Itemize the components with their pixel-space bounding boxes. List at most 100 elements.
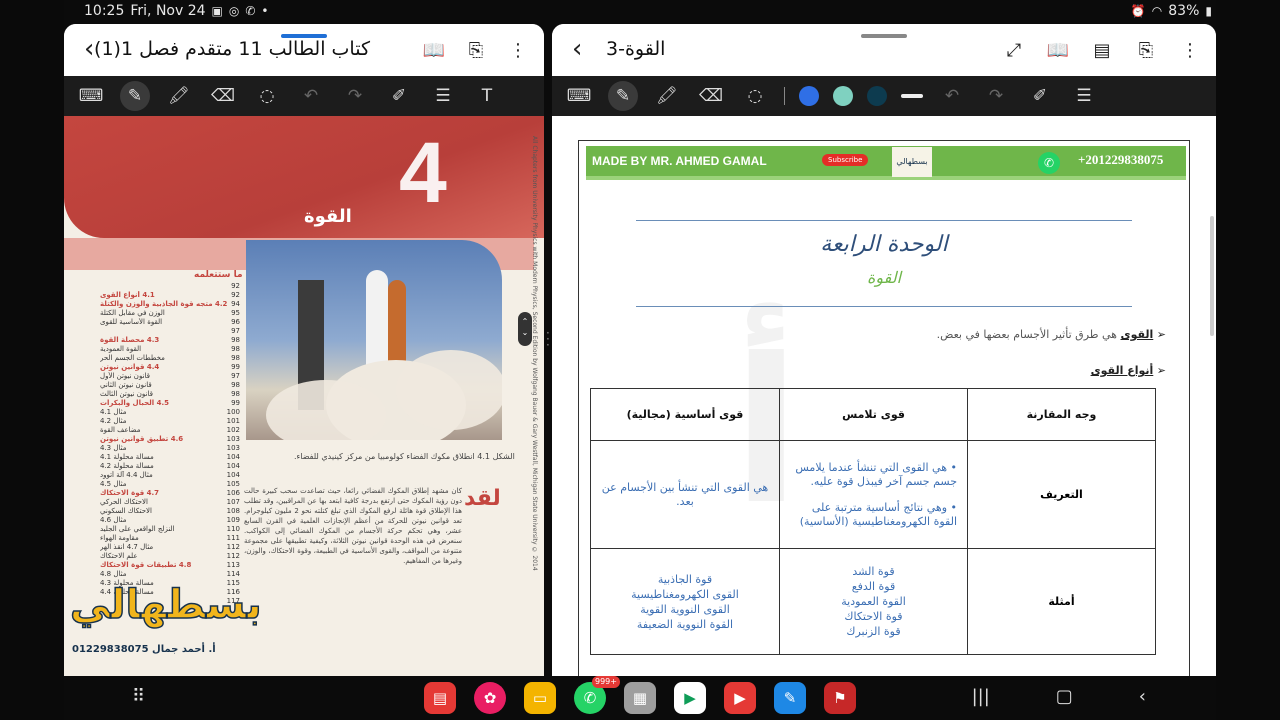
toc-row: الاحتكاك الحركي 107 — [100, 498, 240, 507]
toc-page-number: 97 — [231, 327, 240, 335]
undo-icon[interactable]: ↶ — [296, 81, 326, 111]
page-scrollbar[interactable] — [1210, 216, 1214, 336]
toc-row: 4.1 أنواع القوى 92 — [100, 291, 240, 300]
keyboard-icon[interactable]: ⌨ — [564, 81, 594, 111]
more-menu-icon[interactable]: ⋮ — [1178, 38, 1202, 62]
comparison-table: وجه المقارنة قوى تلامس قوى أساسية (مجالي… — [590, 388, 1156, 655]
text-align-icon[interactable]: ☰ — [428, 81, 458, 111]
field-examples: قوة الجاذبية القوى الكهرومغناطيسية القوى… — [590, 548, 780, 655]
toc-page-number: 111 — [226, 534, 240, 542]
status-bar: 10:25 Fri, Nov 24 ▣ ◎ ✆ • ⏰ ◠ 83% ▮ — [64, 0, 1216, 24]
toc-entry: مثال 4.7 انقذ الهر — [100, 543, 154, 551]
attach-icon[interactable]: ⎘ — [464, 38, 488, 62]
more-menu-icon[interactable]: ⋮ — [506, 38, 530, 62]
back-button[interactable]: ‹ — [84, 36, 94, 62]
meet-app-icon[interactable]: ▶ — [674, 682, 706, 714]
right-drag-handle[interactable] — [861, 34, 907, 38]
list-item: قوة الشد — [852, 565, 895, 578]
pen-settings-icon[interactable]: ✐ — [384, 81, 414, 111]
recents-icon[interactable]: ||| — [972, 686, 990, 707]
outline-icon[interactable]: ▤ — [1090, 38, 1114, 62]
phone-number: +201229838075 — [1078, 152, 1164, 167]
keyboard-icon[interactable]: ⌨ — [76, 81, 106, 111]
left-document-page[interactable]: 4 القوة الشكل 4.1 انطلاق مكوك الفضاء كول… — [64, 116, 544, 676]
toc-entry: الاحتكاك الحركي — [100, 498, 148, 506]
right-document-pane[interactable]: ‹ القوة-3 ⤢ 📖 ▤ ⎘ ⋮ ⌨ ✎ 🖍 ⌫ ◌ ↶ ↷ ✐ ☰ MA… — [552, 24, 1216, 676]
files-app-icon[interactable]: ▭ — [524, 682, 556, 714]
pen-tool-icon[interactable]: ✎ — [120, 81, 150, 111]
list-item: قوة الاحتكاك — [844, 610, 903, 623]
toc-row: 4.4 قوانين نيوتن 99 — [100, 363, 240, 372]
table-header: وجه المقارنة — [967, 388, 1156, 441]
logo-wordmark: بسطهالي — [69, 581, 262, 629]
stroke-width-icon[interactable] — [901, 94, 923, 98]
whatsapp-app-icon[interactable]: ✆ 999+ — [574, 676, 620, 714]
contact-definition-2: • وهي نتائج أساسية مترتبة على القوة الكه… — [799, 500, 957, 528]
toc-entry: قانون نيوتن الثاني — [100, 381, 152, 389]
pen-settings-icon[interactable]: ✐ — [1025, 81, 1055, 111]
home-icon[interactable]: ▢ — [1056, 686, 1073, 707]
youtube-app-icon[interactable]: ▶ — [724, 682, 756, 714]
list-item: القوى النووية القوية — [640, 602, 730, 616]
left-document-pane[interactable]: ‹ كتاب الطالب 11 متقدم فصل 1(1) 📖 ⎘ ⋮ ⌨ … — [64, 24, 544, 676]
toc-entry: 4.3 محصلة القوة — [100, 336, 160, 344]
toc-row: مثال 4.4 آلة أتوود 104 — [100, 471, 240, 480]
toc-entry: مخططات الجسم الحر — [100, 354, 165, 362]
toc-row: مضاعف القوة 102 — [100, 426, 240, 435]
toc-row: علم الاحتكاك 112 — [100, 552, 240, 561]
bullet-forces-definition: ➢ القوى هي طرق تأثير الأجسام بعضها في بع… — [936, 328, 1166, 341]
chapter-number: 4 — [399, 125, 447, 221]
eraser-icon[interactable]: ⌫ — [696, 81, 726, 111]
highlighter-icon[interactable]: 🖍 — [652, 81, 682, 111]
text-tool-icon[interactable]: T — [472, 81, 502, 111]
toc-page-number: 92 — [231, 282, 240, 290]
toc-page-number: 97 — [231, 372, 240, 380]
app-drawer-icon[interactable]: ⠿ — [132, 686, 145, 707]
toc-page-number: 96 — [231, 318, 240, 326]
eraser-icon[interactable]: ⌫ — [208, 81, 238, 111]
back-nav-icon[interactable]: ‹ — [1139, 686, 1146, 707]
split-handle-icon[interactable]: · · · — [546, 327, 550, 351]
toc-entry: 4.8 تطبيقات قوة الاحتكاك — [100, 561, 192, 569]
color-teal-swatch[interactable] — [833, 86, 853, 106]
list-item: القوى الكهرومغناطيسية — [631, 587, 739, 601]
navigation-bar: ⠿ ▤ ✿ ▭ ✆ 999+ ▦ ▶ ▶ ✎ ⚑ ||| ▢ ‹ — [64, 676, 1216, 720]
lasso-icon[interactable]: ◌ — [740, 81, 770, 111]
intro-drop-word: لقد — [464, 486, 501, 511]
toc-page-number: 104 — [226, 453, 240, 461]
calculator-app-icon[interactable]: ▦ — [624, 682, 656, 714]
lasso-icon[interactable]: ◌ — [252, 81, 282, 111]
redo-icon[interactable]: ↷ — [340, 81, 370, 111]
toc-entry: مثال 4.6 — [100, 516, 127, 524]
book-view-icon[interactable]: 📖 — [1046, 38, 1070, 62]
made-by-text: MADE BY MR. AHMED GAMAL — [592, 154, 767, 168]
color-blue-swatch[interactable] — [799, 86, 819, 106]
notes-app-icon[interactable]: ▤ — [424, 682, 456, 714]
toc-page-number: 98 — [231, 390, 240, 398]
toc-entry: 4.1 أنواع القوى — [100, 291, 155, 299]
toc-row: قانون نيوتن الثالث 98 — [100, 390, 240, 399]
expand-icon[interactable]: ⤢ — [1002, 38, 1026, 62]
acrobat-app-icon[interactable]: ⚑ — [824, 682, 856, 714]
text-align-icon[interactable]: ☰ — [1069, 81, 1099, 111]
toc-page-number: 108 — [226, 507, 240, 515]
redo-icon[interactable]: ↷ — [981, 81, 1011, 111]
copyright-strip: All Chapters from University Physics wit… — [531, 136, 538, 571]
back-button[interactable]: ‹ — [572, 36, 582, 62]
pen-tool-icon[interactable]: ✎ — [608, 81, 638, 111]
color-navy-swatch[interactable] — [867, 86, 887, 106]
gallery-app-icon[interactable]: ✿ — [474, 682, 506, 714]
page-scroll-thumb[interactable]: ⌃ ⌄ — [518, 312, 532, 346]
attach-icon[interactable]: ⎘ — [1134, 38, 1158, 62]
book-view-icon[interactable]: 📖 — [422, 38, 446, 62]
toc-entry: مسألة محلولة 4.2 — [100, 462, 154, 470]
toc-page-number: 98 — [231, 345, 240, 353]
pen-app-icon[interactable]: ✎ — [774, 682, 806, 714]
field-definition: هي القوى التي تنشأ بين الأجسام عن بعد. — [590, 440, 780, 549]
toc-row: 97 — [100, 327, 240, 336]
toc-page-number: 113 — [226, 561, 240, 569]
highlighter-icon[interactable]: 🖍 — [164, 81, 194, 111]
undo-icon[interactable]: ↶ — [937, 81, 967, 111]
intro-paragraph: كان مشهد إطلاق المكوك الفضائي رائعا، حيث… — [244, 487, 462, 565]
right-document-page[interactable]: MADE BY MR. AHMED GAMAL Subscribe بسطهال… — [552, 116, 1216, 676]
